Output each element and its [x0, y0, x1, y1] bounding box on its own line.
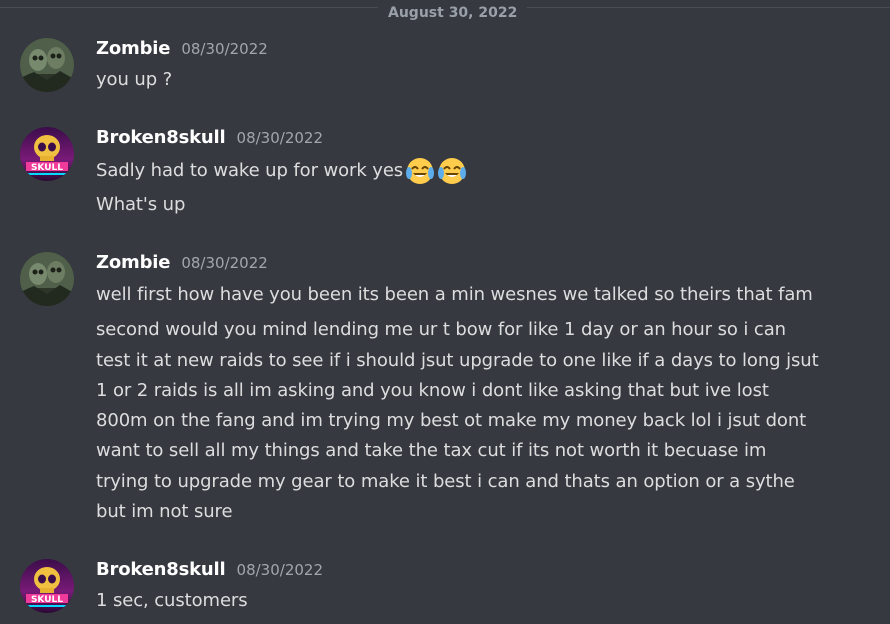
svg-text:SKULL: SKULL — [31, 595, 63, 605]
message-text: 1 sec, customers — [96, 590, 248, 611]
message-text: 1 or 2 raids is all im asking and you kn… — [96, 380, 769, 401]
svg-text:SKULL: SKULL — [31, 163, 63, 173]
message-text: 800m on the fang and im trying my best o… — [96, 410, 807, 431]
message-text: trying to upgrade my gear to make it bes… — [96, 471, 795, 492]
chat-log: August 30, 2022 Zombie 08/30/2022 you up… — [0, 0, 890, 624]
message-timestamp: 08/30/2022 — [181, 40, 268, 58]
face-with-tears-of-joy-icon[interactable] — [437, 156, 467, 186]
avatar[interactable]: SKULL — [20, 127, 74, 181]
message-author[interactable]: Zombie — [96, 252, 170, 273]
message-timestamp: 08/30/2022 — [236, 129, 323, 147]
message-author[interactable]: Broken8skull — [96, 559, 226, 580]
face-with-tears-of-joy-icon[interactable] — [405, 156, 435, 186]
zombie-avatar-icon — [20, 252, 74, 306]
skull-avatar-icon: SKULL — [20, 127, 74, 181]
message-author[interactable]: Broken8skull — [96, 127, 226, 148]
message-timestamp: 08/30/2022 — [181, 254, 268, 272]
avatar[interactable] — [20, 38, 74, 92]
message-text: Sadly had to wake up for work yes — [96, 156, 467, 186]
date-divider: August 30, 2022 — [0, 5, 890, 22]
message-text: second would you mind lending me ur t bo… — [96, 319, 786, 340]
zombie-avatar-icon — [20, 38, 74, 92]
message-author[interactable]: Zombie — [96, 38, 170, 59]
avatar[interactable]: SKULL — [20, 559, 74, 613]
message-text-content: Sadly had to wake up for work yes — [96, 160, 404, 181]
message-text: well first how have you been its been a … — [96, 284, 813, 305]
date-divider-label: August 30, 2022 — [378, 5, 528, 22]
message-text: test it at new raids to see if i should … — [96, 350, 819, 371]
message-text: What's up — [96, 194, 186, 215]
message-text: you up ? — [96, 69, 173, 90]
message-text: want to sell all my things and take the … — [96, 440, 767, 461]
message-text: but im not sure — [96, 501, 233, 522]
skull-avatar-icon: SKULL — [20, 559, 74, 613]
avatar[interactable] — [20, 252, 74, 306]
message-timestamp: 08/30/2022 — [236, 561, 323, 579]
